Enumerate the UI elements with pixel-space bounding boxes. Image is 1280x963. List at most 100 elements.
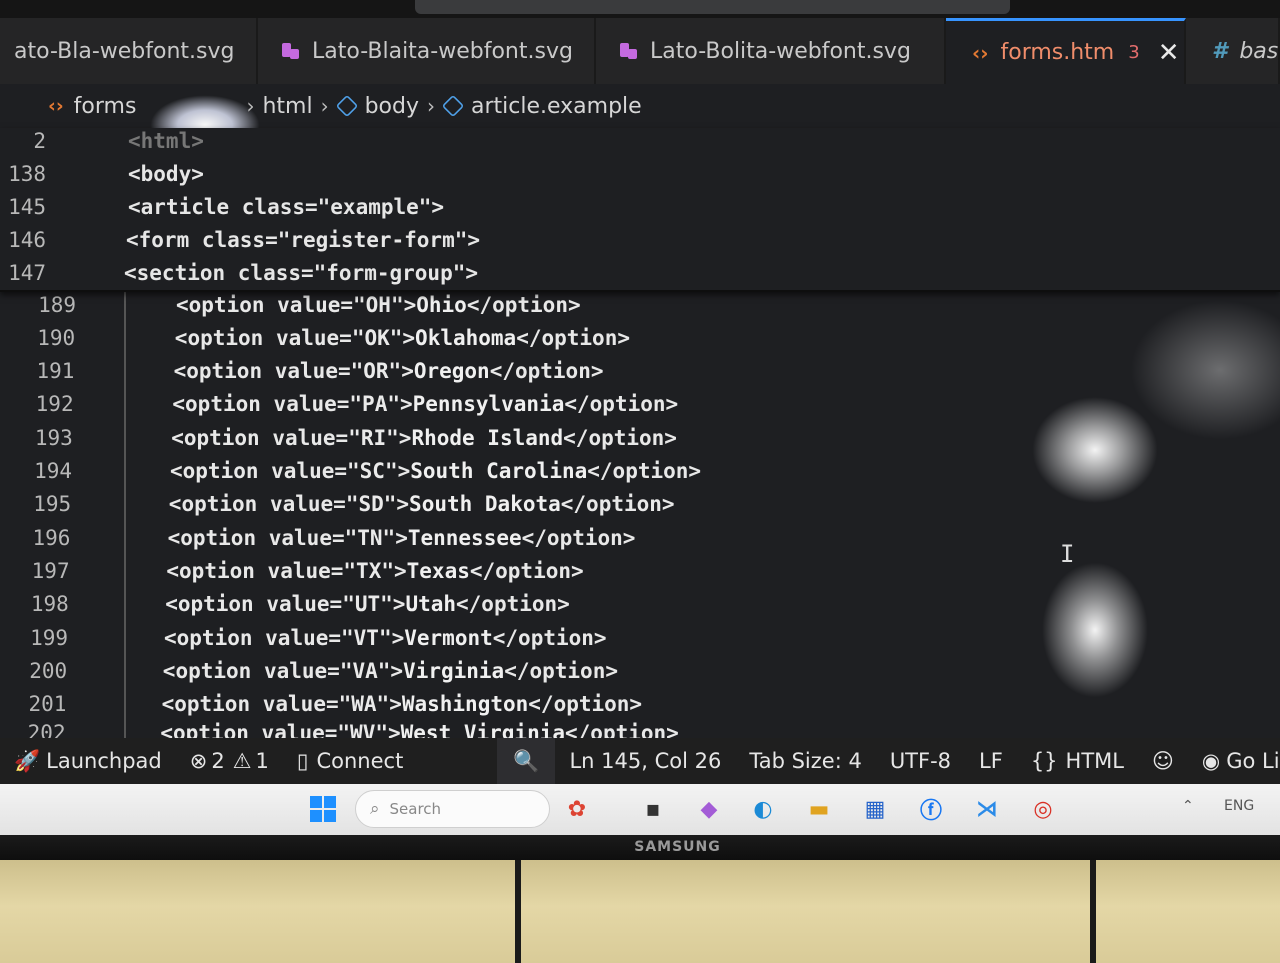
edge-icon[interactable]: ◐ (748, 794, 778, 824)
tab-label: forms.htm (1000, 40, 1115, 65)
chevron-right-icon: › (426, 94, 435, 118)
sticky-line[interactable]: 138 <body> (0, 157, 1280, 190)
language-indicator[interactable]: ENG (1224, 798, 1254, 814)
chrome-icon[interactable]: ◎ (1028, 794, 1058, 824)
line-number: 193 (34, 425, 73, 450)
error-count: 2 (211, 749, 225, 773)
code-line[interactable]: 199 <option value="VT">Vermont</option> (0, 621, 1280, 654)
sticky-line[interactable]: 145 <article class="example"> (0, 190, 1280, 223)
code-text: <article class="example"> (128, 194, 445, 219)
sticky-line[interactable]: 146 <form class="register-form"> (0, 223, 1280, 256)
zoom-in-icon: 🔍 (513, 748, 540, 773)
title-bar (0, 0, 1280, 18)
code-editor[interactable]: 2 <html> 138 <body> 145 <article class="examp… (0, 128, 1280, 741)
sticky-line[interactable]: 2 <html> (0, 124, 1280, 157)
code-line[interactable]: 194 <option value="SC">South Carolina</op… (0, 455, 1280, 488)
line-number: 195 (33, 492, 72, 517)
html-file-icon: ‹› (48, 95, 64, 117)
copilot-app-icon[interactable]: ◆ (694, 794, 724, 824)
braces-icon: {} (1030, 749, 1058, 773)
wall-background (0, 860, 1280, 963)
taskbar-search[interactable]: ⌕ Search (355, 790, 550, 828)
vscode-icon[interactable]: ⋊ (972, 794, 1002, 824)
chevron-right-icon: › (246, 94, 255, 118)
breadcrumb-item-html[interactable]: html (262, 94, 312, 119)
copilot-icon[interactable]: ☺ (1138, 738, 1188, 784)
cursor-position[interactable]: Ln 145, Col 26 (555, 738, 735, 784)
code-line[interactable]: 200 <option value="VA">Virginia</option> (0, 654, 1280, 687)
code-line[interactable]: 201 <option value="WA">Washington</option… (0, 688, 1280, 721)
line-number: 200 (29, 658, 68, 683)
warning-count: 1 (255, 749, 269, 773)
code-line[interactable]: 196 <option value="TN">Tennessee</option> (0, 521, 1280, 554)
line-number: 198 (30, 592, 69, 617)
tab-label: Lato-Bolita-webfont.svg (650, 38, 911, 64)
language-mode[interactable]: {} HTML (1017, 738, 1138, 784)
line-number: 191 (36, 359, 75, 384)
line-number: 196 (32, 525, 71, 550)
end-of-line[interactable]: LF (965, 738, 1017, 784)
option-element: <option value="OK">Oklahoma</option> (174, 325, 630, 350)
code-line[interactable]: 189 <option value="OH">Ohio</option> (0, 288, 1280, 321)
option-element: <option value="VT">Vermont</option> (164, 625, 607, 650)
file-explorer-icon[interactable]: ▬ (804, 794, 834, 824)
code-line[interactable]: 197 <option value="TX">Texas</option> (0, 554, 1280, 587)
line-number: 201 (28, 692, 67, 717)
cable (515, 860, 521, 963)
encoding[interactable]: UTF-8 (876, 738, 965, 784)
windows-taskbar: ⌕ Search ✿ ▪ ◆ ◐ ▬ ▦ ⓕ ⋊ ◎ ⌃ ENG (0, 784, 1280, 835)
launchpad-button[interactable]: 🚀 Launchpad (0, 738, 176, 784)
line-number: 194 (34, 459, 72, 483)
windows-start-icon[interactable] (308, 794, 338, 824)
text-cursor-icon: I (1060, 540, 1075, 568)
breadcrumb-item-file[interactable]: forms (74, 94, 137, 119)
store-icon[interactable]: ▦ (860, 794, 890, 824)
code-line[interactable]: 198 <option value="UT">Utah</option> (0, 588, 1280, 621)
widgets-icon[interactable]: ✿ (562, 794, 592, 824)
line-number: 146 (8, 227, 46, 252)
tab-bas[interactable]: # bas (1186, 18, 1280, 84)
breadcrumb: ‹› forms › html › body › article.example (0, 84, 1280, 128)
search-placeholder: Search (389, 800, 442, 818)
task-view-icon[interactable]: ▪ (638, 794, 668, 824)
tab-label: bas (1239, 38, 1279, 64)
code-line[interactable]: 192 <option value="PA">Pennsylvania</opti… (0, 388, 1280, 421)
close-icon[interactable]: ✕ (1158, 38, 1180, 68)
code-line[interactable]: 191 <option value="OR">Oregon</option> (0, 355, 1280, 388)
tab-lato-bolita-webfont[interactable]: Lato-Bolita-webfont.svg (596, 18, 946, 84)
code-line[interactable]: 195 <option value="SD">South Dakota</opti… (0, 488, 1280, 521)
facebook-icon[interactable]: ⓕ (916, 794, 946, 824)
option-element: <option value="TN">Tennessee</option> (167, 525, 636, 550)
sticky-line[interactable]: 147 <section class="form-group"> (0, 256, 1280, 289)
command-center[interactable] (415, 0, 1010, 14)
code-text: <html> (128, 128, 204, 153)
breadcrumb-item-article[interactable]: article.example (471, 94, 642, 119)
code-line[interactable]: 193 <option value="RI">Rhode Island</opti… (0, 421, 1280, 454)
tab-size[interactable]: Tab Size: 4 (735, 738, 875, 784)
go-live-button[interactable]: ◉ Go Live (1188, 738, 1280, 784)
connect-button[interactable]: ▯ Connect (283, 738, 417, 784)
code-text: <section class="form-group"> (124, 260, 479, 285)
chevron-up-icon[interactable]: ⌃ (1182, 798, 1194, 814)
tab-forms-htm[interactable]: ‹› forms.htm 3 ✕ (946, 18, 1186, 84)
rocket-icon: 🚀 (14, 748, 41, 773)
line-number: 145 (8, 194, 46, 219)
option-element: <option value="PA">Pennsylvania</option> (172, 392, 679, 417)
zoom-button[interactable]: 🔍 (497, 738, 556, 784)
option-element: <option value="OR">Oregon</option> (173, 359, 604, 384)
svg-file-icon (282, 41, 300, 61)
css-file-icon: # (1212, 38, 1228, 64)
option-element: <option value="UT">Utah</option> (165, 592, 570, 617)
tab-ato-bla-webfont[interactable]: ato-Bla-webfont.svg (0, 18, 258, 84)
language-label: HTML (1065, 749, 1124, 773)
option-element: <option value="OH">Ohio</option> (176, 292, 581, 317)
problems-badge: 3 (1128, 42, 1140, 63)
breadcrumb-item-body[interactable]: body (365, 94, 419, 119)
line-number: 189 (38, 292, 76, 317)
cable (1090, 860, 1096, 963)
code-line[interactable]: 190 <option value="OK">Oklahoma</option> (0, 321, 1280, 354)
line-number: 190 (37, 325, 76, 350)
problems-button[interactable]: ⊗ 2 ⚠ 1 (176, 738, 283, 784)
tab-lato-blaita-webfont[interactable]: Lato-Blaita-webfont.svg (258, 18, 596, 84)
option-element: <option value="SC">South Carolina</optio… (170, 459, 702, 483)
